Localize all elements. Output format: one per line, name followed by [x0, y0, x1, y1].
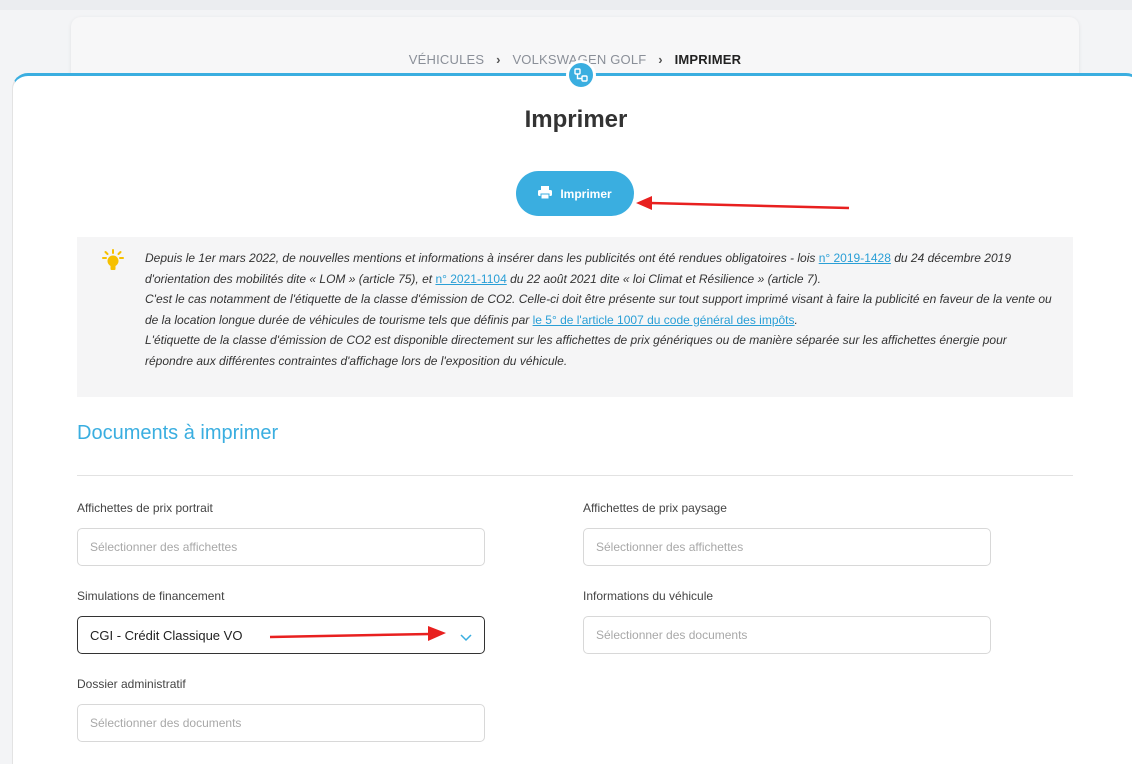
dossier-placeholder: Sélectionner des documents: [90, 716, 242, 730]
annotation-arrow: [269, 626, 446, 641]
divider: [77, 475, 1073, 476]
dossier-select[interactable]: Sélectionner des documents: [77, 704, 485, 742]
chevron-down-icon: [460, 630, 472, 645]
info-notice: Depuis le 1er mars 2022, de nouvelles me…: [77, 237, 1073, 397]
paysage-placeholder: Sélectionner des affichettes: [596, 540, 744, 554]
print-button-label: Imprimer: [560, 186, 612, 201]
financement-label: Simulations de financement: [77, 589, 225, 603]
top-bar: [0, 0, 1132, 10]
info-text-2b: .: [794, 312, 798, 327]
info-text-1c: du 22 août 2021 dite « loi Climat et Rés…: [506, 271, 821, 286]
page-title: Imprimer: [524, 106, 628, 133]
printer-icon: [538, 185, 553, 202]
financement-value: CGI - Crédit Classique VO: [90, 627, 243, 643]
lightbulb-icon: [101, 249, 125, 280]
portrait-placeholder: Sélectionner des affichettes: [90, 540, 238, 554]
section-title: Documents à imprimer: [77, 422, 279, 444]
law-link-2019-1428[interactable]: n° 2019-1428: [819, 251, 891, 265]
chevron-right-icon: ›: [496, 52, 501, 67]
tax-code-link[interactable]: le 5° de l'article 1007 du code général …: [533, 313, 795, 327]
vehicule-placeholder: Sélectionner des documents: [596, 628, 748, 642]
paysage-label: Affichettes de prix paysage: [583, 501, 727, 515]
annotation-arrow: [636, 196, 850, 210]
vehicule-label: Informations du véhicule: [583, 589, 714, 603]
info-text-1a: Depuis le 1er mars 2022, de nouvelles me…: [145, 251, 819, 265]
vehicule-select[interactable]: Sélectionner des documents: [583, 616, 991, 654]
portrait-select[interactable]: Sélectionner des affichettes: [77, 528, 485, 566]
dossier-label: Dossier administratif: [77, 677, 186, 691]
network-icon: [566, 60, 596, 90]
portrait-label: Affichettes de prix portrait: [77, 501, 213, 515]
print-button[interactable]: Imprimer: [516, 171, 634, 216]
chevron-right-icon: ›: [658, 52, 663, 67]
breadcrumb-item-current: IMPRIMER: [674, 52, 742, 67]
info-text-3: L'étiquette de la classe d'émission de C…: [145, 333, 1007, 368]
breadcrumb-item-vehicules[interactable]: VÉHICULES: [409, 52, 485, 67]
law-link-2021-1104[interactable]: n° 2021-1104: [435, 272, 506, 286]
paysage-select[interactable]: Sélectionner des affichettes: [583, 528, 991, 566]
